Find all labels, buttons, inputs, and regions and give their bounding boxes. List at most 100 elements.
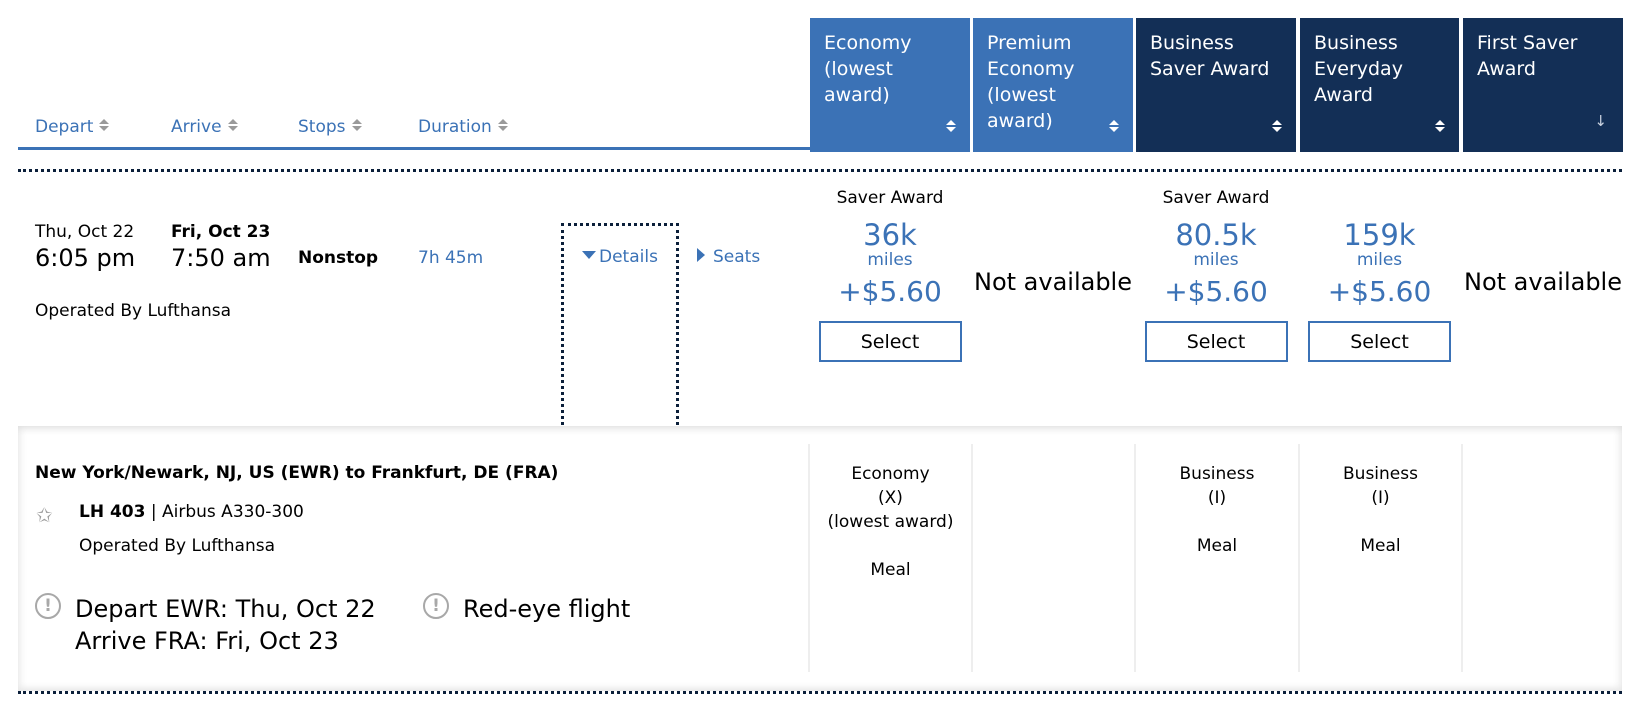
fare-type-label bbox=[1300, 185, 1459, 211]
fare-cell-business-everyday: 159k miles +$5.60 Select bbox=[1300, 185, 1459, 362]
flight-info: LH 403 | Airbus A330-300 bbox=[79, 502, 304, 522]
flight-number: LH 403 bbox=[79, 502, 146, 522]
depart-time: 6:05 pm bbox=[35, 244, 136, 272]
sort-stops-label: Stops bbox=[298, 117, 346, 137]
fare-header-line: award) bbox=[824, 84, 890, 106]
details-toggle[interactable]: Details bbox=[582, 247, 658, 267]
operated-by: Operated By Lufthansa bbox=[35, 301, 232, 321]
cabin-info-business-saver: Business (I) Meal bbox=[1136, 462, 1298, 558]
fare-header-first-saver[interactable]: First Saver Award ↓ bbox=[1463, 18, 1623, 152]
meal-info: Meal bbox=[1196, 536, 1238, 556]
sort-arrive[interactable]: Arrive bbox=[171, 117, 238, 137]
star-alliance-icon: ✩ bbox=[36, 503, 53, 527]
fare-header-line: Everyday bbox=[1314, 58, 1403, 80]
cabin-name: Business bbox=[1343, 464, 1418, 484]
fare-miles-unit: miles bbox=[1356, 250, 1403, 270]
sort-depart[interactable]: Depart bbox=[35, 117, 110, 137]
fare-header-business-saver[interactable]: Business Saver Award bbox=[1136, 18, 1296, 152]
seats-label: Seats bbox=[713, 247, 761, 267]
sort-stops[interactable]: Stops bbox=[298, 117, 362, 137]
fare-tax: +$5.60 bbox=[1327, 275, 1432, 308]
fare-header-line: award) bbox=[987, 110, 1053, 132]
cabin-info-economy: Economy (X) (lowest award) Meal bbox=[810, 462, 971, 582]
fare-header-premium-economy[interactable]: Premium Economy (lowest award) bbox=[973, 18, 1133, 152]
fare-header-line: Business bbox=[1314, 32, 1398, 54]
fare-header-business-everyday[interactable]: Business Everyday Award bbox=[1300, 18, 1459, 152]
fare-miles-unit: miles bbox=[867, 250, 913, 270]
cabin-name: Economy bbox=[851, 464, 930, 484]
sort-icon bbox=[99, 119, 110, 131]
route-title: New York/Newark, NJ, US (EWR) to Frankfu… bbox=[35, 463, 559, 483]
notice-redeye: Red-eye flight bbox=[463, 595, 631, 623]
fare-header-line: Economy bbox=[987, 58, 1075, 80]
cabin-name: Business bbox=[1179, 464, 1255, 484]
warning-icon: ! bbox=[35, 593, 61, 619]
sort-icon bbox=[1435, 120, 1445, 132]
fare-type-label: Saver Award bbox=[836, 188, 944, 208]
stops-value: Nonstop bbox=[298, 248, 379, 268]
row-divider bbox=[18, 691, 1622, 694]
fare-header-line: First Saver bbox=[1477, 32, 1578, 54]
column-divider bbox=[971, 444, 973, 672]
sort-arrive-label: Arrive bbox=[171, 117, 222, 137]
sort-icon bbox=[946, 120, 956, 132]
separator: | bbox=[150, 502, 157, 522]
fare-not-available: Not available bbox=[1463, 268, 1622, 296]
duration-value: 7h 45m bbox=[418, 248, 484, 268]
sort-descending-icon: ↓ bbox=[1594, 112, 1607, 130]
fare-cell-economy: Saver Award 36k miles +$5.60 Select bbox=[810, 185, 970, 362]
cabin-info-business-everyday: Business (I) Meal bbox=[1300, 462, 1461, 558]
sort-duration-label: Duration bbox=[418, 117, 492, 137]
details-label: Details bbox=[599, 247, 658, 267]
aircraft: Airbus A330-300 bbox=[162, 502, 304, 522]
sort-duration[interactable]: Duration bbox=[418, 117, 508, 137]
header-underline bbox=[18, 147, 810, 150]
sort-icon bbox=[351, 119, 362, 131]
select-economy-button[interactable]: Select bbox=[818, 321, 962, 362]
fare-miles: 159k bbox=[1343, 218, 1416, 252]
meal-info: Meal bbox=[870, 560, 911, 580]
cabin-code: (X) bbox=[878, 488, 903, 508]
fare-miles: 80.5k bbox=[1175, 218, 1257, 252]
fare-header-line: Economy bbox=[824, 32, 912, 54]
select-business-saver-button[interactable]: Select bbox=[1144, 321, 1288, 362]
caret-right-icon bbox=[697, 248, 705, 262]
column-divider bbox=[1461, 444, 1463, 672]
sort-depart-label: Depart bbox=[35, 117, 94, 137]
fare-tax: +$5.60 bbox=[838, 275, 942, 308]
cabin-code: (I) bbox=[1207, 488, 1227, 508]
fare-miles-unit: miles bbox=[1193, 250, 1239, 270]
notice-arrive: Arrive FRA: Fri, Oct 23 bbox=[75, 627, 339, 655]
sort-icon bbox=[497, 119, 508, 131]
seats-toggle[interactable]: Seats bbox=[697, 247, 760, 267]
notice-dates: Depart EWR: Thu, Oct 22 Arrive FRA: Fri,… bbox=[75, 593, 376, 657]
sort-icon bbox=[227, 119, 238, 131]
arrive-time: 7:50 am bbox=[171, 244, 271, 272]
cabin-note: (lowest award) bbox=[827, 512, 954, 532]
details-operated-by: Operated By Lufthansa bbox=[79, 536, 276, 556]
fare-not-available: Not available bbox=[973, 268, 1132, 296]
arrive-date: Fri, Oct 23 bbox=[171, 222, 271, 242]
fare-header-line: Business bbox=[1150, 32, 1234, 54]
sort-icon bbox=[1109, 120, 1119, 132]
fare-header-line: (lowest bbox=[987, 84, 1056, 106]
fare-header-line: (lowest bbox=[824, 58, 893, 80]
fare-header-line: Award bbox=[1314, 84, 1373, 106]
fare-header-line: Premium bbox=[987, 32, 1072, 54]
warning-icon: ! bbox=[423, 593, 449, 619]
cabin-code: (I) bbox=[1371, 488, 1390, 508]
fare-tax: +$5.60 bbox=[1164, 275, 1268, 308]
row-divider bbox=[18, 169, 1622, 172]
meal-info: Meal bbox=[1360, 536, 1401, 556]
depart-date: Thu, Oct 22 bbox=[35, 222, 135, 242]
fare-header-line: Award bbox=[1477, 58, 1536, 80]
caret-down-icon bbox=[582, 251, 596, 259]
fare-type-label: Saver Award bbox=[1162, 188, 1270, 208]
fare-cell-business-saver: Saver Award 80.5k miles +$5.60 Select bbox=[1136, 185, 1296, 362]
sort-icon bbox=[1272, 120, 1282, 132]
fare-header-economy[interactable]: Economy (lowest award) bbox=[810, 18, 970, 152]
select-business-everyday-button[interactable]: Select bbox=[1308, 321, 1451, 362]
